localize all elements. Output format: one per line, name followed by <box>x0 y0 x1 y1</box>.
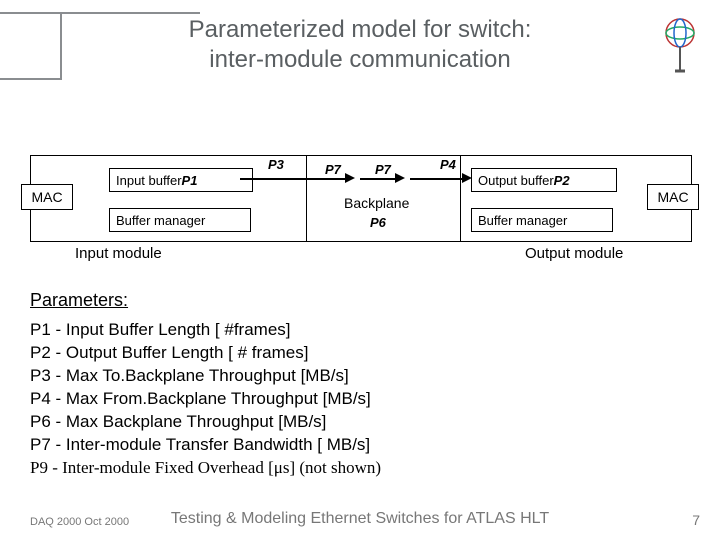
mac-left-label: MAC <box>31 189 62 205</box>
rule-top <box>0 12 200 14</box>
slide-title: Parameterized model for switch: inter-mo… <box>120 15 600 75</box>
p3-label: P3 <box>268 157 284 172</box>
mac-right-label: MAC <box>657 189 688 205</box>
param-p1: P1 - Input Buffer Length [ #frames] <box>30 319 690 342</box>
buffer-manager-in: Buffer manager <box>109 208 251 232</box>
p7-label-1: P7 <box>325 162 341 177</box>
parameters-heading: Parameters: <box>30 290 690 311</box>
buffer-manager-out: Buffer manager <box>471 208 613 232</box>
p7-label-2: P7 <box>375 162 391 177</box>
input-buffer-label: Input buffer <box>116 173 182 188</box>
p1-label: P1 <box>182 173 198 188</box>
rule-vertical <box>60 12 62 80</box>
param-p7: P7 - Inter-module Transfer Bandwidth [ M… <box>30 434 690 457</box>
arrow-center-to-out <box>410 178 465 180</box>
output-buffer: Output buffer P2 <box>471 168 617 192</box>
output-module-label: Output module <box>525 245 623 262</box>
arrow-in-to-center <box>240 178 345 180</box>
arrowhead-2 <box>395 173 405 183</box>
input-module-box: MAC Input buffer P1 Buffer manager <box>30 155 307 242</box>
param-p4: P4 - Max From.Backplane Throughput [MB/s… <box>30 388 690 411</box>
buffer-manager-out-label: Buffer manager <box>478 213 567 228</box>
footer-center: Testing & Modeling Ethernet Switches for… <box>0 510 720 528</box>
param-p9: P9 - Inter-module Fixed Overhead [μs] (n… <box>30 457 690 480</box>
title-line2: inter-module communication <box>209 46 510 73</box>
arrowhead-1 <box>345 173 355 183</box>
rule-left <box>0 78 60 80</box>
footer-page-number: 7 <box>692 512 700 528</box>
input-buffer: Input buffer P1 <box>109 168 253 192</box>
backplane-label: Backplane <box>344 195 409 211</box>
mac-right: MAC <box>647 184 699 210</box>
buffer-manager-in-label: Buffer manager <box>116 213 205 228</box>
param-p2: P2 - Output Buffer Length [ # frames] <box>30 342 690 365</box>
title-line1: Parameterized model for switch: <box>189 16 532 43</box>
p6-label: P6 <box>370 215 386 230</box>
input-module-label: Input module <box>75 245 162 262</box>
arrow-center-inner-1 <box>360 178 395 180</box>
arrowhead-3 <box>462 173 472 183</box>
mac-left: MAC <box>21 184 73 210</box>
atlas-logo-icon <box>660 15 700 75</box>
p2-label: P2 <box>554 173 570 188</box>
param-p6: P6 - Max Backplane Throughput [MB/s] <box>30 411 690 434</box>
p4-label: P4 <box>440 157 456 172</box>
output-buffer-label: Output buffer <box>478 173 554 188</box>
output-module-box: Output buffer P2 Buffer manager MAC <box>460 155 692 242</box>
param-p3: P3 - Max To.Backplane Throughput [MB/s] <box>30 365 690 388</box>
parameters-section: Parameters: P1 - Input Buffer Length [ #… <box>30 290 690 480</box>
switch-diagram: MAC Input buffer P1 Buffer manager Outpu… <box>30 155 690 265</box>
